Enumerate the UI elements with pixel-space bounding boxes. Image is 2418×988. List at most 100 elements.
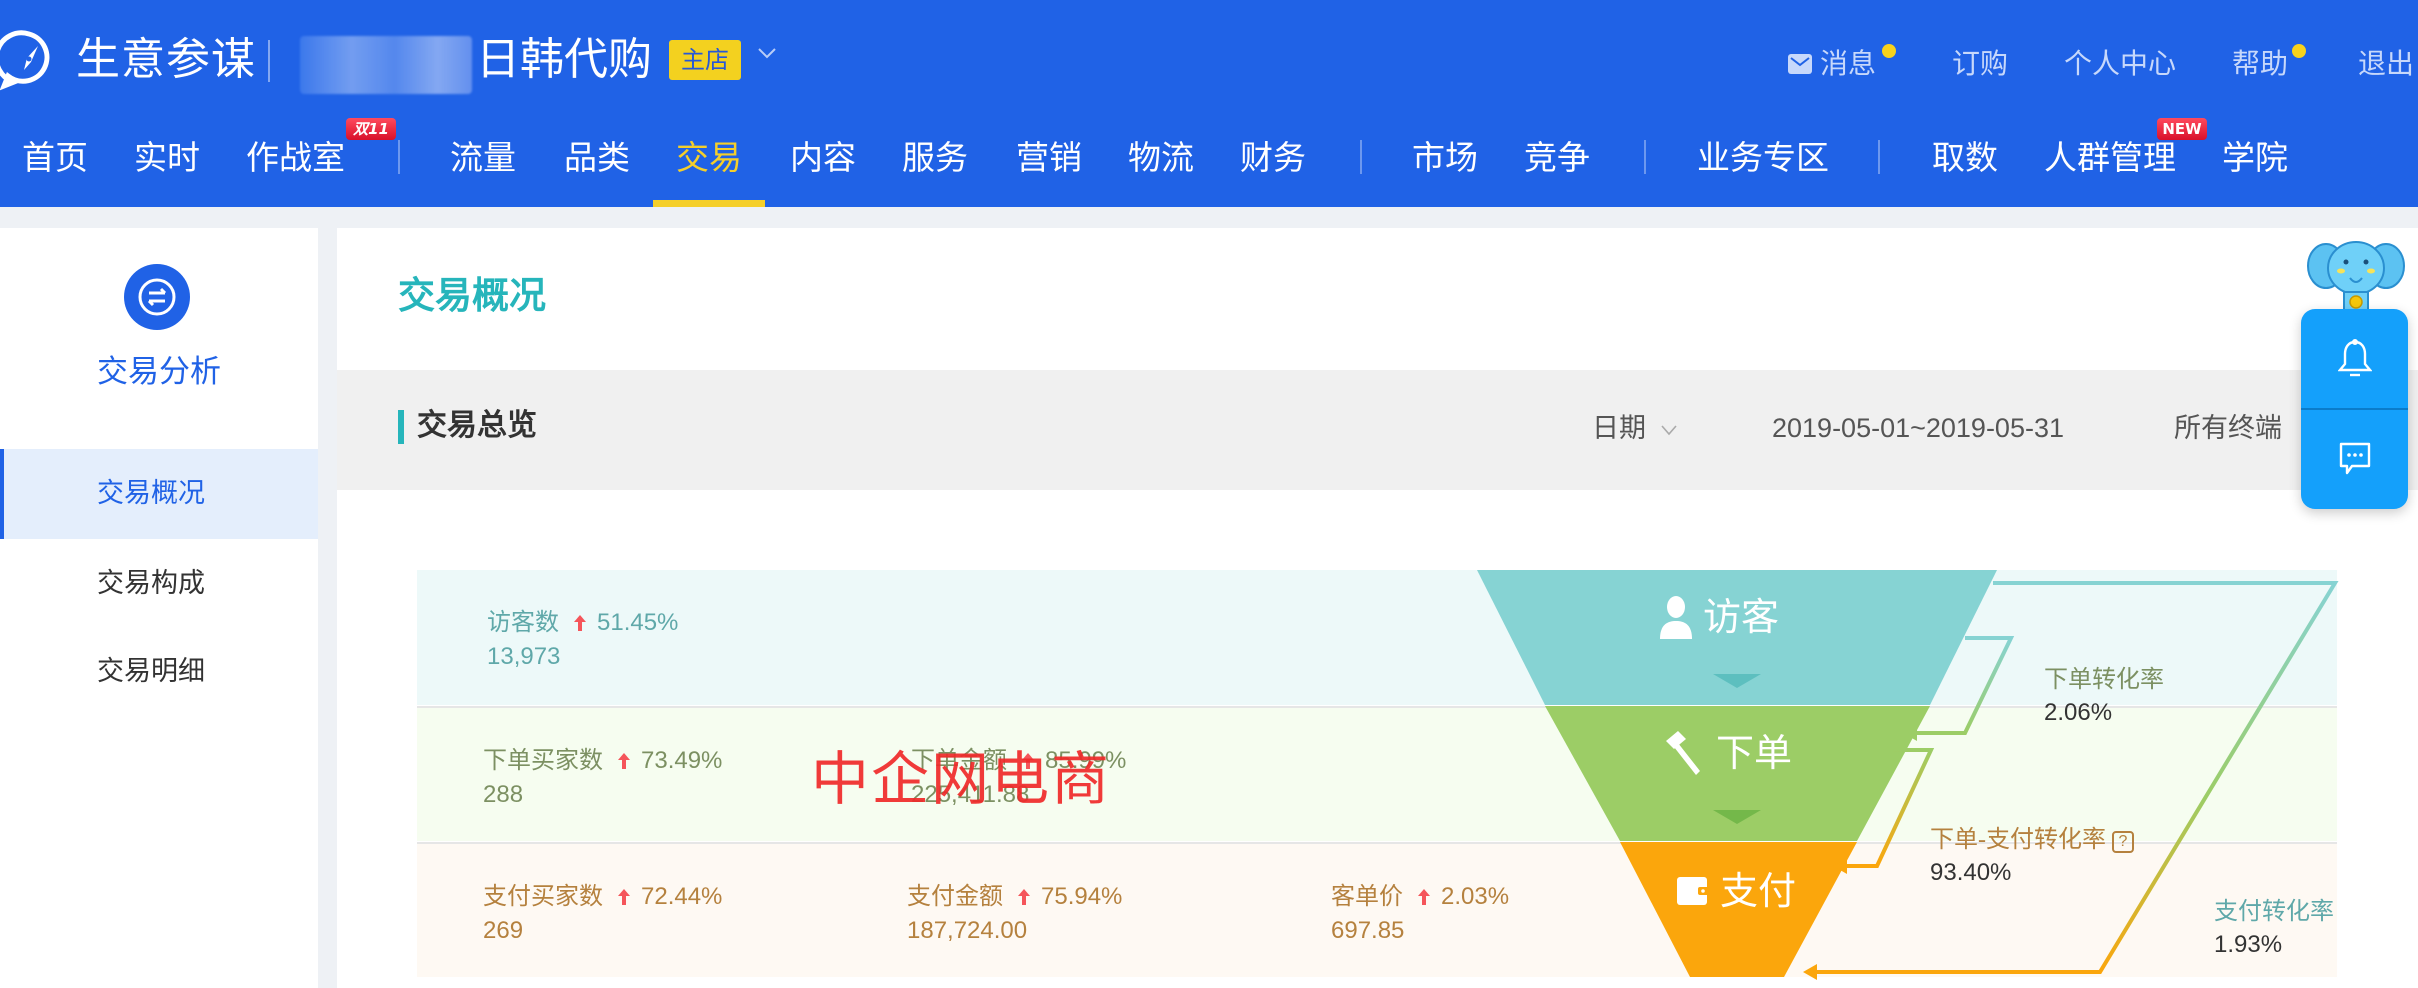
nav-divider <box>1360 140 1362 174</box>
date-type-label: 日期 <box>1592 413 1646 443</box>
transaction-exchange-icon <box>124 264 190 330</box>
date-range[interactable]: 2019-05-01~2019-05-31 <box>1772 408 2064 448</box>
nav-active-underline <box>653 200 765 207</box>
main-nav: 首页 实时 作战室 双11 流量 品类 交易 内容 服务 营销 物流 财务 市场… <box>0 118 2418 207</box>
top-link-personal-center[interactable]: 个人中心 <box>2064 44 2176 84</box>
metric-value: 13,973 <box>487 643 561 670</box>
shop-switch-chevron-icon[interactable] <box>756 42 778 64</box>
metric-value: 187,724.00 <box>907 917 1028 944</box>
metric-change: 51.45% <box>597 609 679 636</box>
help-icon[interactable]: ? <box>2112 831 2134 853</box>
metric-label: 客单价 <box>1331 883 1403 910</box>
rate-pay-conversion: 支付转化率 1.93% <box>2214 896 2334 962</box>
rate-value: 1.93% <box>2214 931 2283 958</box>
rate-label: 下单-支付转化率 <box>1930 827 2106 853</box>
brand-name[interactable]: 生意参谋 <box>76 30 256 90</box>
metric-label: 支付买家数 <box>483 883 603 910</box>
wallet-icon <box>1677 877 1710 905</box>
arrow-up-icon <box>1018 889 1030 905</box>
sidebar-title: 交易分析 <box>97 354 221 390</box>
nav-item-category[interactable]: 品类 <box>564 136 630 180</box>
nav-divider <box>398 140 400 174</box>
bell-icon <box>2337 339 2372 377</box>
top-link-subscribe[interactable]: 订购 <box>1952 44 2008 84</box>
mail-icon <box>1788 54 1812 74</box>
nav-item-crowd-management[interactable]: 人群管理 <box>2044 136 2176 180</box>
floating-action-panel <box>2301 309 2408 509</box>
metric-avg-order-price: 客单价 2.03% 697.85 <box>1331 880 1509 948</box>
rate-value: 2.06% <box>2044 699 2113 726</box>
arrow-up-icon <box>618 753 630 769</box>
metric-label: 访客数 <box>487 609 559 636</box>
hammer-icon <box>1666 731 1700 775</box>
nav-item-traffic[interactable]: 流量 <box>450 136 516 180</box>
nav-item-finance[interactable]: 财务 <box>1240 136 1306 180</box>
terminal-select[interactable]: 所有终端 <box>2174 408 2282 448</box>
notification-dot <box>1882 44 1896 58</box>
metric-value: 288 <box>483 781 524 808</box>
metric-value: 697.85 <box>1331 917 1405 944</box>
funnel-label-payments: 支付 <box>1676 866 1796 916</box>
metric-visitors: 访客数 51.45% 13,973 <box>487 606 678 674</box>
nav-item-data-fetch[interactable]: 取数 <box>1932 136 1998 180</box>
nav-item-marketing[interactable]: 营销 <box>1016 136 1082 180</box>
metric-change: 2.03% <box>1441 883 1510 910</box>
chevron-down-icon <box>1660 425 1677 436</box>
nav-item-transaction[interactable]: 交易 <box>676 136 742 180</box>
section-accent-bar <box>398 410 404 444</box>
nav-divider <box>1644 140 1646 174</box>
rate-value: 93.40% <box>1930 859 2012 886</box>
rate-label: 支付转化率 <box>2214 899 2334 925</box>
notification-dot <box>2292 44 2306 58</box>
sidebar-item-composition[interactable]: 交易构成 <box>0 539 318 629</box>
brand-divider <box>268 40 270 82</box>
top-link-logout[interactable]: 退出 <box>2358 44 2414 84</box>
nav-item-competition[interactable]: 竞争 <box>1524 136 1590 180</box>
main-shop-badge: 主店 <box>669 40 741 80</box>
double11-tag: 双11 <box>346 118 396 140</box>
overview-title: 交易总览 <box>417 408 537 443</box>
arrow-up-icon <box>618 889 630 905</box>
sidebar: 交易分析 交易概况 交易构成 交易明细 <box>0 228 318 988</box>
nav-item-business-zone[interactable]: 业务专区 <box>1697 136 1829 180</box>
stage-name: 访客 <box>1703 595 1780 639</box>
nav-item-war-room[interactable]: 作战室 <box>246 136 345 180</box>
compass-logo-icon[interactable] <box>0 28 58 92</box>
nav-divider <box>1878 140 1880 174</box>
sidebar-item-details[interactable]: 交易明细 <box>0 627 318 717</box>
metric-label: 下单买家数 <box>483 747 603 774</box>
nav-item-content[interactable]: 内容 <box>790 136 856 180</box>
metric-change: 75.94% <box>1041 883 1123 910</box>
top-link-help[interactable]: 帮助 <box>2232 44 2306 84</box>
top-link-label: 帮助 <box>2232 47 2289 80</box>
elephant-mascot-icon[interactable] <box>2306 236 2406 316</box>
arrow-up-icon <box>574 615 586 631</box>
nav-item-academy[interactable]: 学院 <box>2222 136 2288 180</box>
top-link-messages[interactable]: 消息 <box>1788 44 1896 84</box>
nav-item-market[interactable]: 市场 <box>1412 136 1478 180</box>
chat-button[interactable] <box>2301 409 2408 509</box>
chat-icon <box>2339 442 2370 475</box>
sidebar-item-overview[interactable]: 交易概况 <box>0 449 318 539</box>
user-icon <box>1660 596 1692 639</box>
notification-button[interactable] <box>2301 309 2408 409</box>
rate-order-conversion: 下单转化率 2.06% <box>2044 664 2164 730</box>
nav-item-logistics[interactable]: 物流 <box>1128 136 1194 180</box>
nav-item-realtime[interactable]: 实时 <box>134 136 200 180</box>
nav-item-home[interactable]: 首页 <box>22 136 88 180</box>
metric-order-buyers: 下单买家数 73.49% 288 <box>483 744 722 812</box>
metric-change: 72.44% <box>641 883 723 910</box>
top-link-label: 消息 <box>1820 47 1877 80</box>
arrow-up-icon <box>1418 889 1430 905</box>
overview-header: 交易总览 日期 2019-05-01~2019-05-31 所有终端 <box>337 370 2418 490</box>
rate-label: 下单转化率 <box>2044 667 2164 693</box>
rate-order-pay-conversion: 下单-支付转化率? 93.40% <box>1930 824 2134 890</box>
nav-item-service[interactable]: 服务 <box>902 136 968 180</box>
shop-name[interactable]: 日韩代购 <box>476 30 652 90</box>
funnel-label-visitors: 访客 <box>1659 592 1779 642</box>
metric-pay-buyers: 支付买家数 72.44% 269 <box>483 880 722 948</box>
metric-value: 269 <box>483 917 524 944</box>
date-type-dropdown[interactable]: 日期 <box>1592 408 1678 448</box>
page-title: 交易概况 <box>398 274 546 317</box>
stage-name: 下单 <box>1716 731 1793 775</box>
